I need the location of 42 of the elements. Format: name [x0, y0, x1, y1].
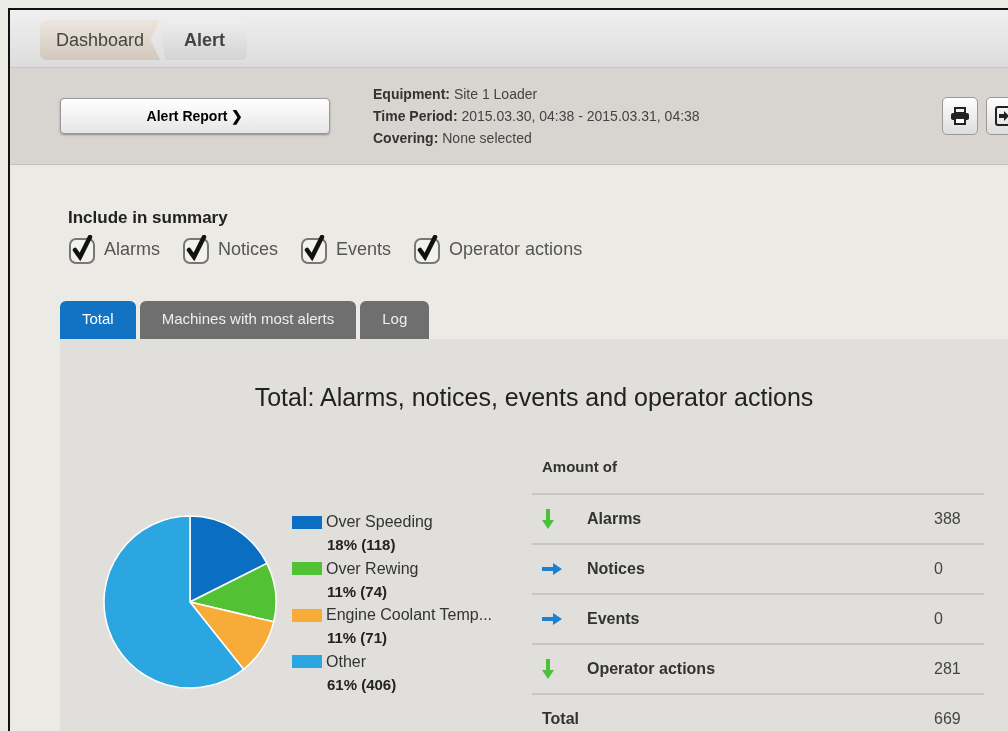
down-arrow-icon — [542, 658, 554, 679]
right-arrow-icon — [542, 562, 562, 575]
print-button[interactable] — [942, 97, 978, 135]
checkbox-label: Alarms — [104, 238, 160, 261]
legend-label: Other — [326, 651, 366, 672]
breadcrumb-item[interactable]: Dashboard — [40, 20, 161, 60]
row-label: Events — [587, 608, 641, 629]
row-value: 0 — [934, 558, 944, 579]
right-arrow-icon — [542, 612, 562, 625]
row-value: 281 — [934, 658, 962, 679]
legend-label: Over Rewing — [326, 558, 419, 579]
row-label: Notices — [587, 558, 646, 579]
export-icon — [995, 106, 1008, 126]
checkbox[interactable] — [68, 234, 98, 265]
row-value: 388 — [934, 508, 962, 529]
tab[interactable]: Total — [60, 300, 136, 339]
checkbox-label: Notices — [218, 238, 279, 261]
row-value: 0 — [934, 608, 944, 629]
panel-title: Total: Alarms, notices, events and operator actions — [253, 381, 815, 413]
row-label: Alarms — [587, 508, 643, 529]
row-label: Operator actions — [587, 658, 717, 679]
printer-icon — [950, 107, 970, 125]
tab[interactable]: Machines with most alerts — [139, 300, 357, 339]
legend-value: 11% (71) — [327, 628, 389, 648]
legend-label: Over Speeding — [326, 512, 433, 532]
info-line: Covering: None selected — [373, 129, 533, 148]
legend-value: 61% (406) — [327, 674, 398, 695]
checkbox-label: Operator actions — [449, 238, 583, 261]
info-line: Equipment: Site 1 Loader — [373, 85, 539, 104]
checkbox[interactable] — [182, 234, 212, 265]
total-label: Total — [541, 708, 581, 729]
alert-report-button[interactable]: Alert Report ❯ — [60, 98, 330, 134]
table-heading: Amount of — [541, 457, 618, 477]
legend-value: 11% (74) — [327, 581, 389, 602]
legend-label: Engine Coolant Temp... — [326, 605, 493, 625]
summary-heading: Include in summary — [68, 207, 229, 229]
total-value: 669 — [934, 708, 962, 729]
checkbox-label: Events — [336, 238, 392, 261]
legend-value: 18% (118) — [327, 535, 397, 555]
info-line: Time Period: 2015.03.30, 04:38 - 2015.03.31, 04:38 — [373, 107, 700, 126]
down-arrow-icon — [542, 508, 554, 529]
tab[interactable]: Log — [360, 300, 430, 339]
